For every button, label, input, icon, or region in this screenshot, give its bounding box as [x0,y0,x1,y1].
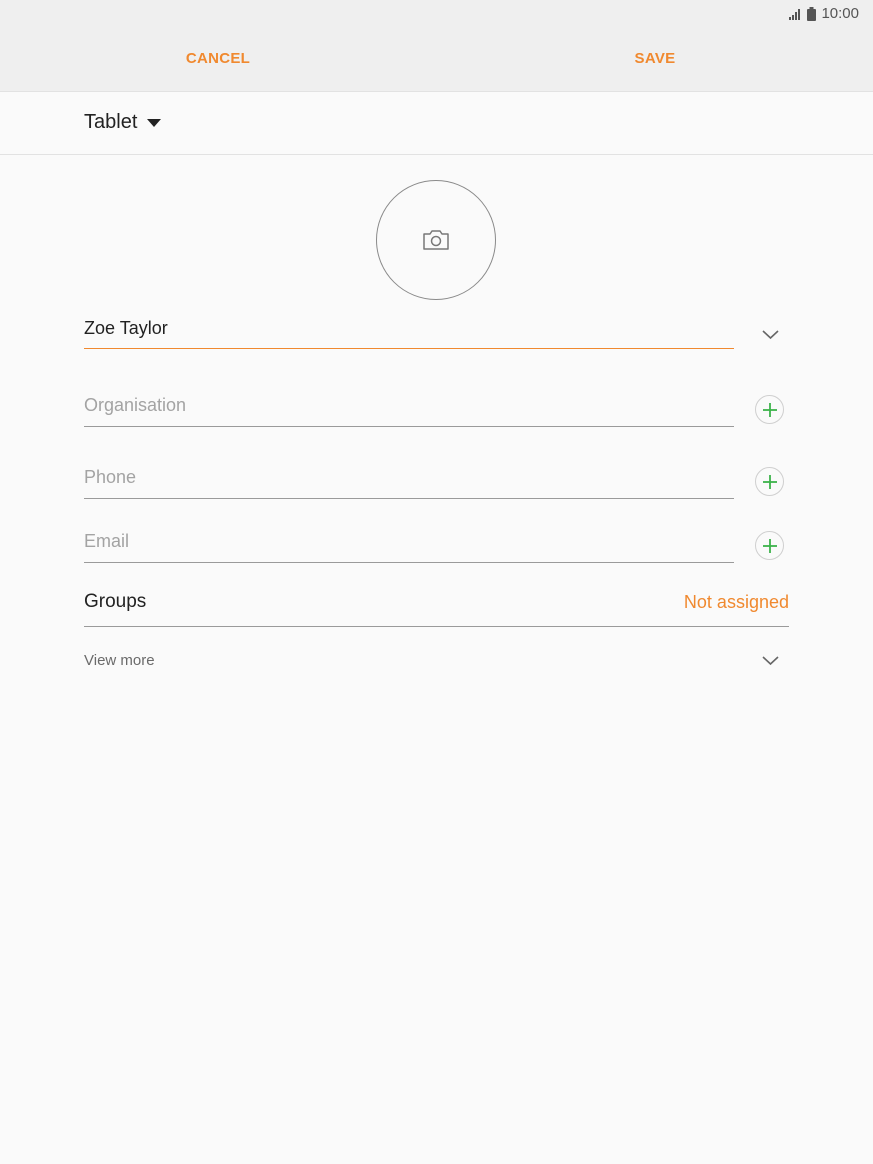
account-row: Tablet [0,92,873,155]
app-bar: CANCEL SAVE [0,28,873,92]
save-button[interactable]: SAVE [635,50,676,67]
status-bar: 10:00 [0,0,873,28]
organisation-input[interactable] [84,395,734,416]
email-input[interactable] [84,531,734,552]
signal-icon [789,8,801,20]
email-underline [84,562,734,563]
add-organisation-button[interactable] [755,395,784,424]
name-underline [84,347,734,349]
view-more-link[interactable]: View more [84,652,155,669]
status-icons: 10:00 [788,5,859,22]
plus-icon [762,538,777,553]
camera-icon [423,230,449,250]
groups-label: Groups [84,591,147,612]
add-phone-button[interactable] [755,467,784,496]
organisation-underline [84,426,734,427]
name-field [84,318,734,349]
account-selector[interactable]: Tablet [84,111,162,134]
account-label: Tablet [84,111,138,133]
organisation-field [84,395,734,427]
phone-input[interactable] [84,467,734,488]
cancel-button[interactable]: CANCEL [186,50,250,67]
dropdown-triangle-icon [147,118,162,127]
add-email-button[interactable] [755,531,784,560]
groups-row[interactable]: Groups Not assigned [84,589,789,627]
contact-photo-button[interactable] [376,180,496,300]
plus-icon [762,474,777,489]
email-field [84,531,734,563]
view-more-chevron-icon[interactable] [762,656,779,666]
status-time: 10:00 [821,5,859,22]
battery-icon [807,6,817,21]
plus-icon [762,402,777,417]
expand-name-chevron-icon[interactable] [762,330,779,340]
phone-underline [84,498,734,499]
name-input[interactable] [84,318,734,339]
phone-field [84,467,734,499]
groups-value: Not assigned [683,592,789,612]
